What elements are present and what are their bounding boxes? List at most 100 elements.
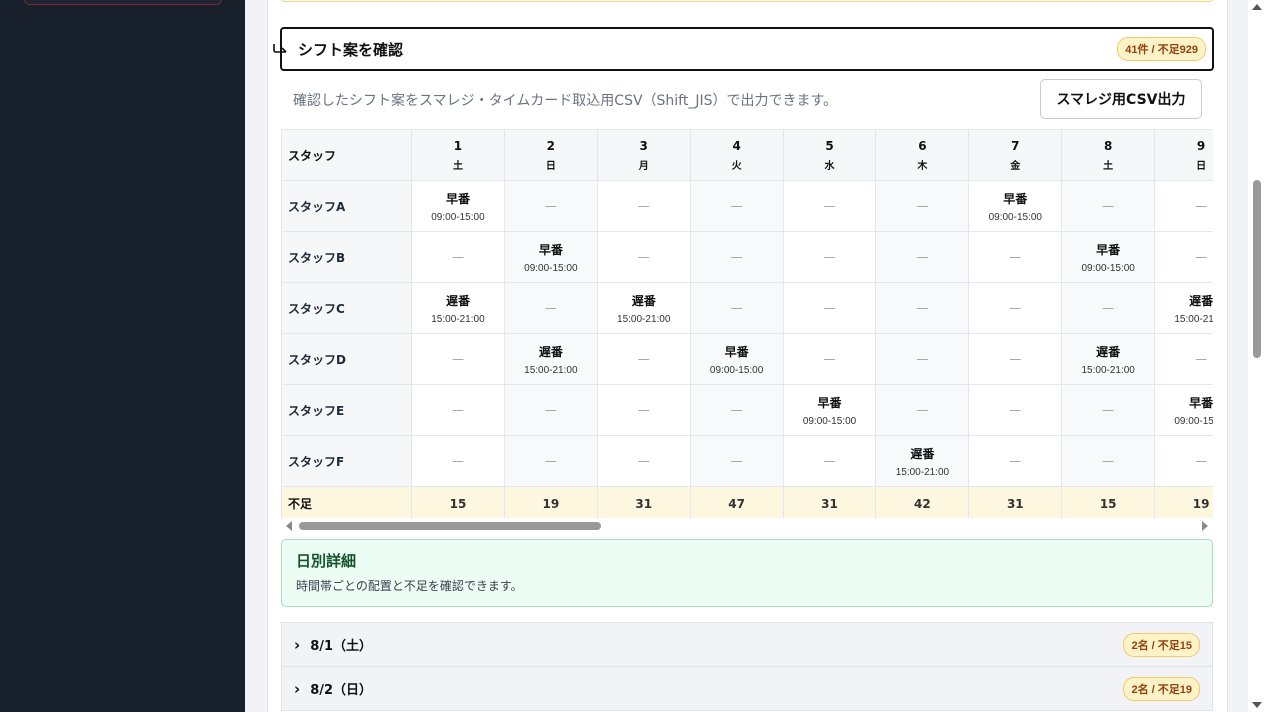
day-column-header: 7金 [968, 129, 1063, 181]
shift-cell[interactable]: 早番 09:00-15:00 [503, 231, 598, 283]
empty-shift: — [544, 403, 557, 417]
scroll-right-icon[interactable] [1202, 521, 1208, 531]
shift-cell[interactable]: — [1154, 435, 1213, 487]
shift-cell[interactable]: — [596, 435, 691, 487]
empty-shift: — [544, 199, 557, 213]
shift-time: 15:00-21:00 [617, 313, 671, 325]
shift-cell[interactable]: 早番 09:00-15:00 [782, 384, 877, 436]
shift-type: 早番 [1189, 395, 1213, 410]
shift-cell[interactable]: — [689, 282, 784, 334]
shift-cell[interactable]: — [689, 180, 784, 232]
shift-cell[interactable]: 早番 09:00-15:00 [1154, 384, 1213, 436]
shift-cell[interactable]: — [875, 282, 970, 334]
shift-cell[interactable]: 早番 09:00-15:00 [1061, 231, 1156, 283]
empty-shift: — [1009, 301, 1022, 315]
scroll-down-icon[interactable] [1252, 702, 1262, 708]
shift-cell[interactable]: — [596, 180, 691, 232]
shift-cell[interactable]: — [1061, 282, 1156, 334]
shift-cell[interactable]: — [596, 231, 691, 283]
shift-type: 早番 [724, 344, 749, 359]
shift-cell[interactable]: — [503, 435, 598, 487]
shift-cell[interactable]: — [411, 435, 505, 487]
day-number: 3 [639, 138, 648, 153]
shift-cell[interactable]: — [875, 231, 970, 283]
shift-cell[interactable]: — [968, 231, 1063, 283]
shift-cell[interactable]: — [1154, 231, 1213, 283]
shift-cell[interactable]: 遅番 15:00-21:00 [875, 435, 970, 487]
day-number: 8 [1104, 138, 1113, 153]
shift-cell[interactable]: — [782, 333, 877, 385]
shift-time: 09:00-15:00 [431, 211, 485, 223]
shift-time: 09:00-15:00 [988, 211, 1042, 223]
shift-cell[interactable]: — [596, 384, 691, 436]
weekday: 木 [917, 160, 928, 172]
shortage-value: 42 [875, 486, 970, 521]
staff-name: スタッフF [281, 435, 412, 487]
shift-cell[interactable]: — [1061, 180, 1156, 232]
shift-cell[interactable]: — [411, 384, 505, 436]
shift-type: 早番 [1096, 242, 1121, 257]
shift-cell[interactable]: — [411, 333, 505, 385]
staff-name: スタッフC [281, 282, 412, 334]
shift-cell[interactable]: — [1061, 384, 1156, 436]
day-row[interactable]: › 8/2（日） 2名 / 不足19 [281, 666, 1213, 711]
scroll-left-icon[interactable] [286, 521, 292, 531]
csv-export-button[interactable]: スマレジ用CSV出力 [1040, 79, 1202, 119]
shift-cell[interactable]: — [689, 435, 784, 487]
shift-cell[interactable]: — [689, 384, 784, 436]
shift-cell[interactable]: 遅番 15:00-21:00 [1061, 333, 1156, 385]
shift-cell[interactable]: 遅番 15:00-21:00 [411, 282, 505, 334]
shift-cell[interactable]: — [968, 384, 1063, 436]
shift-cell[interactable]: — [782, 231, 877, 283]
shift-cell[interactable]: 早番 09:00-15:00 [689, 333, 784, 385]
shift-type: 遅番 [1096, 344, 1121, 359]
shift-cell[interactable]: — [1154, 180, 1213, 232]
empty-shift: — [1009, 454, 1022, 468]
shift-cell[interactable]: — [875, 384, 970, 436]
scroll-thumb[interactable] [1253, 180, 1261, 358]
shift-type: 早番 [445, 191, 470, 206]
empty-shift: — [730, 301, 743, 315]
horizontal-scrollbar[interactable] [281, 518, 1213, 532]
empty-shift: — [1009, 352, 1022, 366]
shift-cell[interactable]: — [1154, 333, 1213, 385]
shortage-value: 31 [596, 486, 691, 521]
shift-cell[interactable]: — [503, 180, 598, 232]
shift-cell[interactable]: — [411, 231, 505, 283]
day-number: 6 [918, 138, 927, 153]
shift-time: 15:00-21:00 [431, 313, 485, 325]
summary-badge: 41件 / 不足929 [1117, 37, 1206, 61]
shift-table-scroll[interactable]: スタッフ 1土2日3月4火5水6木7金8土9日10月 スタッフA早番09:00-… [281, 129, 1213, 523]
shift-cell[interactable]: — [968, 333, 1063, 385]
shortage-value: 31 [968, 486, 1063, 521]
shift-cell[interactable]: — [782, 180, 877, 232]
shift-cell[interactable]: 早番 09:00-15:00 [968, 180, 1063, 232]
day-row[interactable]: › 8/1（土） 2名 / 不足15 [281, 622, 1213, 667]
shift-cell[interactable]: — [503, 282, 598, 334]
shortage-row: 不足15193147314231151931 [281, 486, 1213, 521]
shift-cell[interactable]: — [875, 180, 970, 232]
collapse-icon[interactable] [273, 43, 287, 53]
shift-cell[interactable]: 早番 09:00-15:00 [411, 180, 505, 232]
shift-review-header[interactable]: シフト案を確認 41件 / 不足929 [273, 27, 1214, 71]
weekday: 月 [638, 160, 649, 172]
scroll-up-icon[interactable] [1252, 4, 1262, 10]
shift-cell[interactable]: — [503, 384, 598, 436]
shift-cell[interactable]: 遅番 15:00-21:00 [596, 282, 691, 334]
shift-cell[interactable]: — [596, 333, 691, 385]
shift-cell[interactable]: — [875, 333, 970, 385]
shift-cell[interactable]: — [689, 231, 784, 283]
shift-type: 遅番 [538, 344, 563, 359]
sidebar-item[interactable] [24, 0, 222, 5]
vertical-scrollbar[interactable] [1248, 0, 1265, 712]
shift-cell[interactable]: — [782, 435, 877, 487]
scroll-thumb[interactable] [299, 522, 601, 530]
shift-cell[interactable]: — [968, 435, 1063, 487]
shift-cell[interactable]: — [968, 282, 1063, 334]
day-badge: 2名 / 不足15 [1123, 632, 1200, 657]
shift-cell[interactable]: 遅番 15:00-21:00 [503, 333, 598, 385]
shift-cell[interactable]: — [1061, 435, 1156, 487]
shift-cell[interactable]: — [782, 282, 877, 334]
day-column-header: 8土 [1061, 129, 1156, 181]
shift-cell[interactable]: 遅番 15:00-21:00 [1154, 282, 1213, 334]
